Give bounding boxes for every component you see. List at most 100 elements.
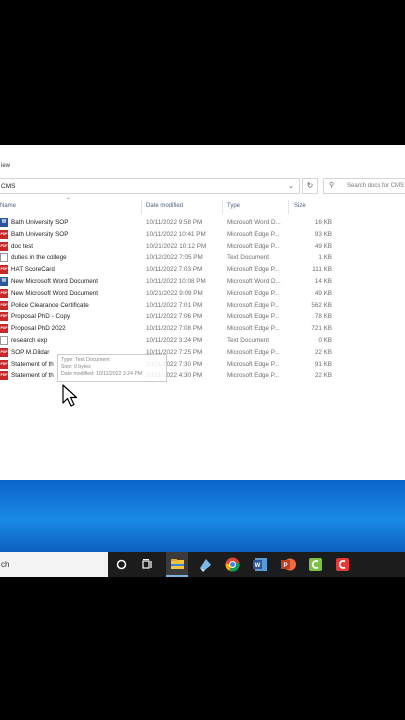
file-size: 1 KB xyxy=(318,254,332,262)
file-date: 10/11/2022 9:58 PM xyxy=(146,219,203,226)
word-file-icon: W xyxy=(0,218,8,227)
search-input[interactable]: ⚲ Search docs for CMS xyxy=(323,178,405,194)
desktop-background xyxy=(0,480,405,552)
ribbon-tab-view[interactable]: iew xyxy=(1,163,10,169)
cortana-icon[interactable] xyxy=(113,556,130,573)
file-size: 93 KB xyxy=(314,230,332,238)
column-divider[interactable] xyxy=(288,200,289,214)
file-size: 22 KB xyxy=(314,348,332,356)
taskbar-search-box[interactable]: ch xyxy=(0,552,108,577)
file-name: doc test xyxy=(11,242,34,250)
address-row: CMS ⌄ ↻ ⚲ Search docs for CMS xyxy=(0,178,405,194)
file-row[interactable]: PDF doc test 10/21/2022 10:12 PM Microsoft … xyxy=(0,241,340,253)
refresh-icon: ↻ xyxy=(306,181,314,190)
chrome-icon[interactable] xyxy=(224,556,241,573)
file-name: HAT ScoreCard xyxy=(11,266,55,274)
file-type: Microsoft Edge P... xyxy=(227,360,280,368)
app-icon[interactable] xyxy=(197,556,214,573)
file-date: 10/21/2022 10:12 PM xyxy=(146,242,207,250)
file-row[interactable]: PDF Police Clearance Certificate 10/11/202… xyxy=(0,300,340,312)
column-divider[interactable] xyxy=(222,200,223,214)
file-name: Proposal PhD - Copy xyxy=(11,313,71,321)
svg-text:W: W xyxy=(255,563,261,569)
file-row[interactable]: PDF SOP M.Dildar 10/11/2022 7:25 PM Microso… xyxy=(0,347,340,359)
search-icon: ⚲ xyxy=(329,182,335,189)
word-file-icon: W xyxy=(0,277,8,286)
file-row[interactable]: research exp 10/11/2022 3:24 PM Text Docum… xyxy=(0,335,340,347)
refresh-button[interactable]: ↻ xyxy=(302,178,318,194)
file-date: 10/11/2022 10:41 PM xyxy=(146,230,206,238)
file-size: 91 KB xyxy=(314,360,332,368)
file-type: Microsoft Edge P... xyxy=(227,348,280,356)
tooltip-type: Type: Text Document xyxy=(61,357,110,363)
column-header-type[interactable]: Type xyxy=(227,203,240,209)
address-bar[interactable]: CMS ⌄ xyxy=(0,178,300,194)
file-size: 721 KB xyxy=(311,325,332,333)
column-header-size[interactable]: Size xyxy=(294,203,306,209)
file-size: 111 KB xyxy=(312,266,332,274)
taskbar-search-text: ch xyxy=(1,560,10,569)
file-row[interactable]: PDF Statement of th 10/11/2022 7:30 PM Micr… xyxy=(0,359,340,371)
pdf-file-icon: PDF xyxy=(0,324,8,334)
pdf-file-icon: PDF xyxy=(0,312,8,322)
file-date: 10/21/2022 9:09 PM xyxy=(146,289,203,297)
file-type: Microsoft Edge P... xyxy=(227,301,280,309)
svg-text:P: P xyxy=(283,563,287,569)
file-size: 0 KB xyxy=(318,337,332,344)
file-date: 10/11/2022 7:06 PM xyxy=(146,313,203,321)
file-name: Statement of th xyxy=(11,372,54,380)
file-row[interactable]: PDF Statement of th 10/11/2022 4:30 PM Micr… xyxy=(0,370,340,382)
file-type: Microsoft Word D... xyxy=(227,219,281,226)
camtasia-icon[interactable] xyxy=(307,556,324,573)
file-name: Police Clearance Certificate xyxy=(11,301,89,309)
file-row[interactable]: PDF Bath University SOP 10/11/2022 10:41 P… xyxy=(0,229,340,241)
task-view-icon[interactable] xyxy=(139,556,156,573)
file-size: 22 KB xyxy=(314,372,332,380)
powerpoint-icon[interactable]: P xyxy=(280,556,297,573)
file-name: Bath University SOP xyxy=(11,219,69,226)
text-file-icon xyxy=(0,253,8,263)
file-name: SOP M.Dildar xyxy=(11,348,50,356)
file-size: 562 KB xyxy=(311,301,332,309)
file-row[interactable]: W Bath University SOP 10/11/2022 9:58 PM Mi… xyxy=(0,217,340,229)
pdf-file-icon: PDF xyxy=(0,300,8,310)
file-type: Microsoft Word D... xyxy=(227,278,281,285)
tooltip-size: Size: 0 bytes xyxy=(61,364,91,370)
file-type: Microsoft Edge P... xyxy=(227,289,280,297)
camtasia-recorder-icon[interactable] xyxy=(334,556,351,573)
file-type: Microsoft Edge P... xyxy=(227,372,280,380)
file-name: New Microsoft Word Document xyxy=(11,289,99,297)
address-path: CMS xyxy=(1,183,16,190)
file-size: 16 KB xyxy=(314,219,332,226)
column-header-date[interactable]: Date modified xyxy=(146,203,183,209)
file-row[interactable]: PDF HAT ScoreCard 10/11/2022 7:03 PM Micros… xyxy=(0,264,340,276)
file-type: Microsoft Edge P... xyxy=(227,325,280,333)
column-divider[interactable] xyxy=(141,200,142,214)
file-date: 10/11/2022 7:01 PM xyxy=(146,301,203,309)
file-explorer-taskbar-button[interactable] xyxy=(166,552,188,577)
file-row[interactable]: PDF Proposal PhD 2022 10/11/2022 7:08 PM Mi… xyxy=(0,323,340,335)
mouse-cursor-icon xyxy=(62,384,78,407)
file-row[interactable]: PDF Proposal PhD - Copy 10/11/2022 7:06 PM… xyxy=(0,311,340,323)
file-row[interactable]: PDF New Microsoft Word Document 10/21/2022… xyxy=(0,288,340,300)
folder-icon xyxy=(171,559,184,569)
file-size: 49 KB xyxy=(314,289,332,297)
file-name: duties in the college xyxy=(11,254,67,262)
file-size: 49 KB xyxy=(314,242,332,250)
pdf-file-icon: PDF xyxy=(0,288,8,298)
file-type: Microsoft Edge P... xyxy=(227,266,280,274)
column-headers: ⌃ Name Date modified Type Size xyxy=(0,198,405,214)
pdf-file-icon: PDF xyxy=(0,265,8,275)
file-type: Text Document xyxy=(227,337,269,344)
pdf-file-icon: PDF xyxy=(0,229,8,239)
tooltip-date: Date modified: 10/11/2022 3:24 PM xyxy=(61,371,143,377)
file-row[interactable]: duties in the college 10/12/2022 7:05 PM T… xyxy=(0,252,340,264)
file-row[interactable]: W New Microsoft Word Document 10/11/2022 1… xyxy=(0,276,340,288)
file-size: 78 KB xyxy=(314,313,332,321)
chevron-down-icon[interactable]: ⌄ xyxy=(288,182,294,190)
file-date: 10/11/2022 7:08 PM xyxy=(146,325,203,333)
column-header-name[interactable]: Name xyxy=(0,203,16,209)
file-name: Bath University SOP xyxy=(11,230,69,238)
word-icon[interactable]: W xyxy=(252,556,269,573)
search-placeholder: Search docs for CMS xyxy=(347,183,405,189)
